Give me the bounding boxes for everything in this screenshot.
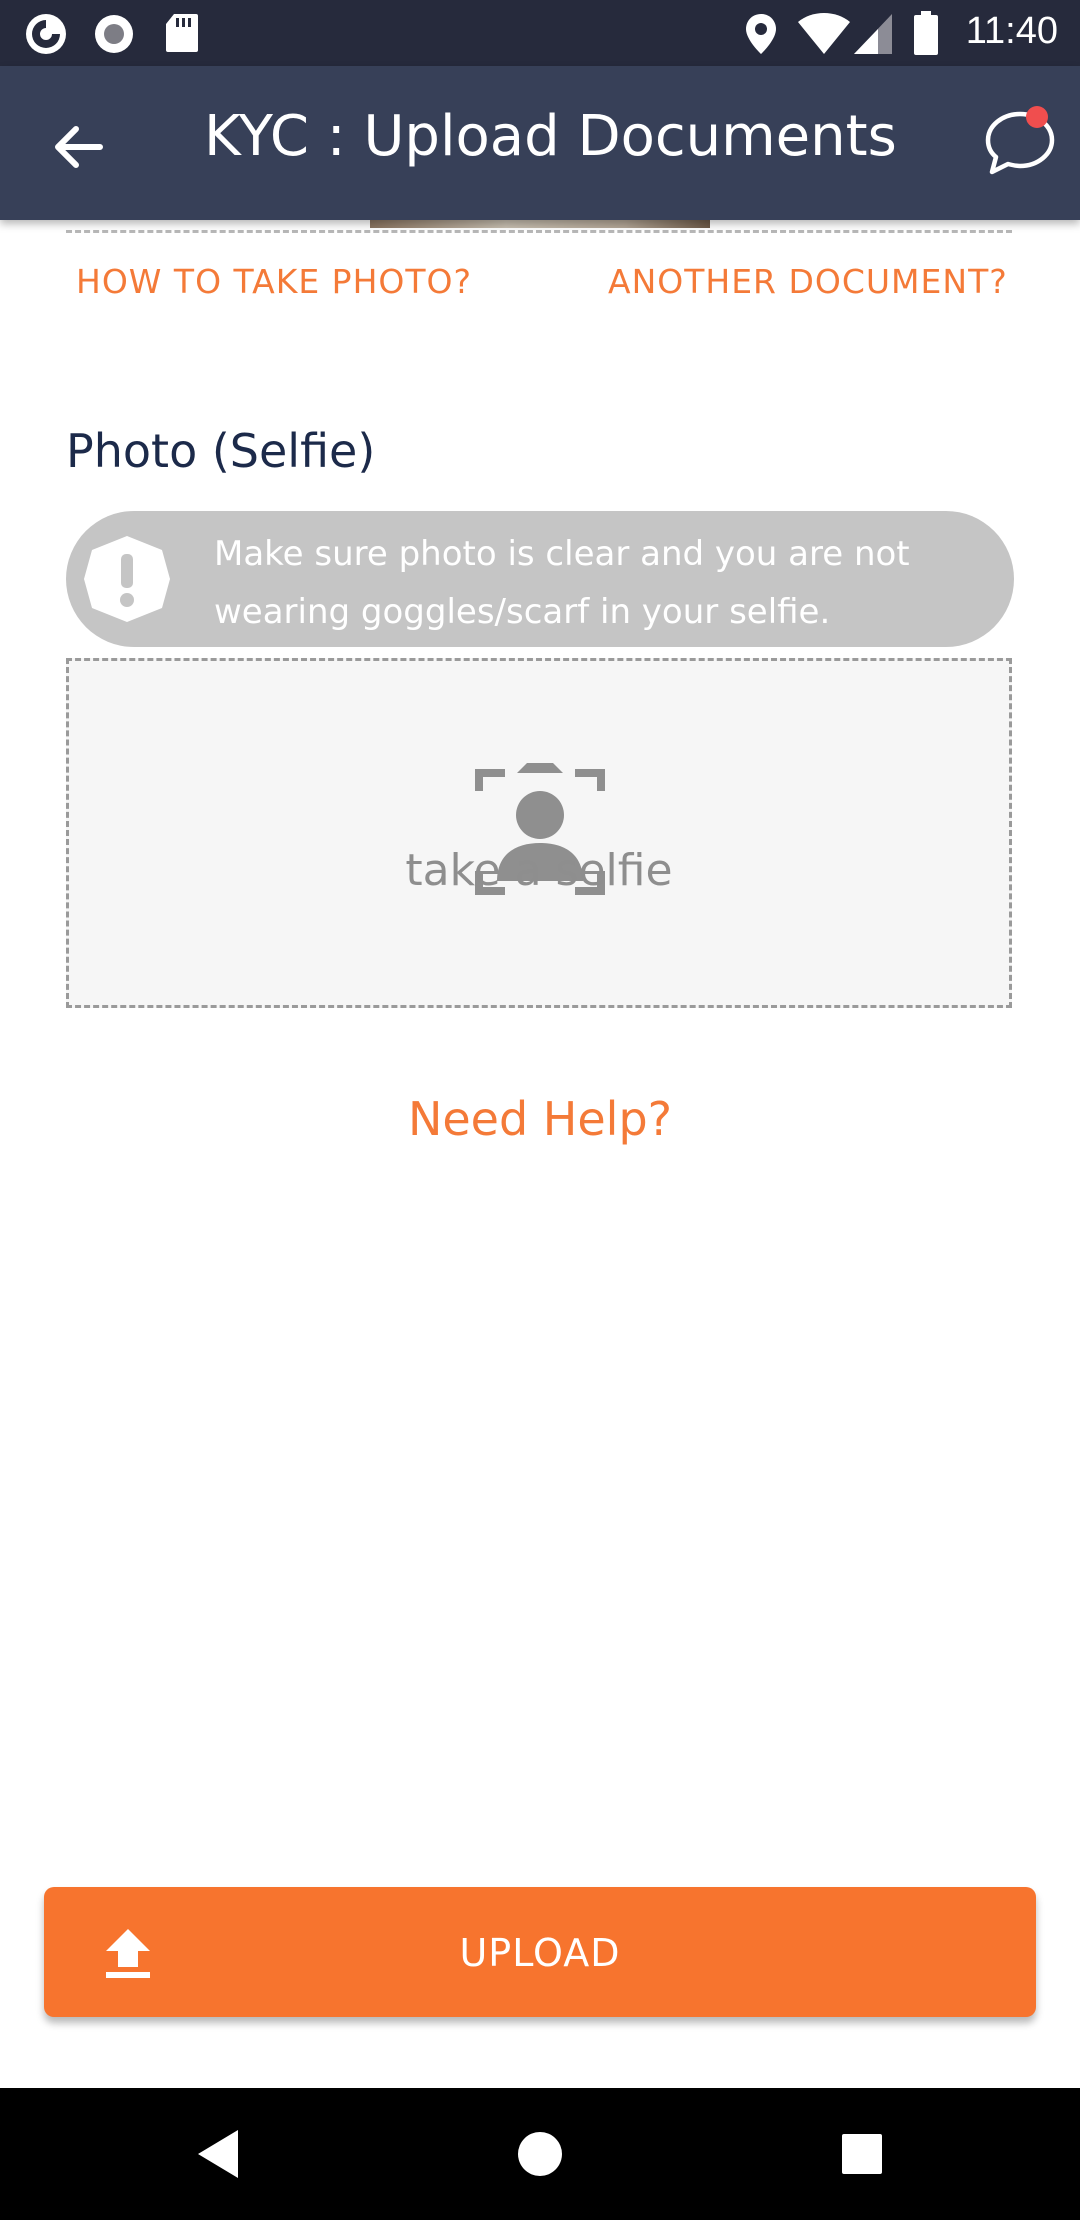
app-notification-icon (26, 14, 66, 54)
need-help-link[interactable]: Need Help? (0, 1092, 1080, 1146)
nav-recents-icon[interactable] (830, 2122, 894, 2186)
another-document-link[interactable]: ANOTHER DOCUMENT? (608, 262, 1008, 301)
page-title: KYC : Upload Documents (204, 104, 897, 169)
record-icon (95, 15, 133, 53)
status-time: 11:40 (965, 10, 1058, 52)
upload-button-label: UPLOAD (459, 1931, 621, 1975)
selfie-alert-banner: Make sure photo is clear and you are not… (66, 511, 1014, 647)
arrow-left-icon[interactable] (40, 110, 114, 184)
battery-icon (914, 11, 938, 55)
notification-dot (1026, 106, 1048, 128)
how-to-take-photo-link[interactable]: HOW TO TAKE PHOTO? (76, 262, 472, 301)
cell-signal-icon (854, 14, 892, 54)
take-selfie-label: take a selfie (405, 845, 673, 896)
nav-back-icon[interactable] (186, 2122, 250, 2186)
upload-button[interactable]: UPLOAD (44, 1887, 1036, 2017)
nav-home-icon[interactable] (508, 2122, 572, 2186)
app-bar: KYC : Upload Documents (0, 66, 1080, 220)
sd-card-icon (166, 14, 198, 52)
wifi-icon (798, 13, 850, 54)
exclamation-icon (84, 536, 170, 622)
selfie-section-title: Photo (Selfie) (66, 424, 376, 478)
chat-bubble-icon[interactable] (980, 102, 1060, 182)
take-selfie-area[interactable]: take a selfie (66, 658, 1012, 1008)
location-icon (746, 14, 776, 54)
system-nav-bar (0, 2088, 1080, 2220)
status-bar: 11:40 (0, 0, 1080, 66)
selfie-alert-text: Make sure photo is clear and you are not… (214, 534, 910, 632)
